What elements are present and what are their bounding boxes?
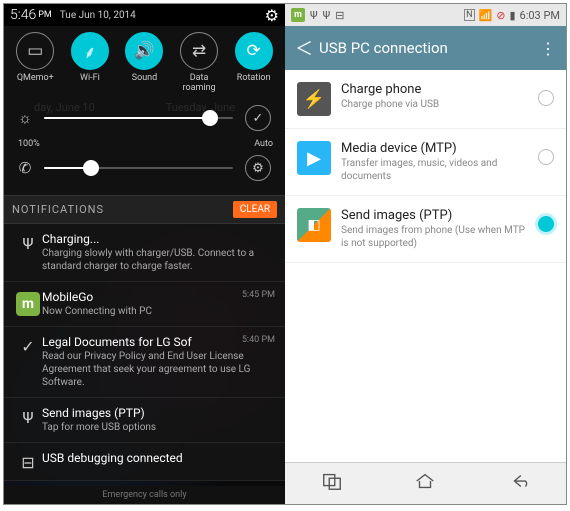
home-button[interactable] — [414, 470, 436, 497]
overflow-menu-icon[interactable]: ⋮ — [540, 39, 556, 58]
page-header: ＜ USB PC connection ⋮ — [285, 26, 566, 70]
notification-item[interactable]: ΨSend images (PTP)Tap for more USB optio… — [4, 398, 285, 443]
status-bar-right: m Ψ Ψ ⊟ N 📶 ⊘ ▮ 6:03 PM — [285, 4, 566, 26]
toggle-qmemo-[interactable]: ▭QMemo+ — [10, 32, 60, 93]
brightness-slider[interactable] — [44, 117, 233, 119]
emergency-footer: Emergency calls only — [4, 486, 285, 504]
back-button[interactable] — [508, 470, 530, 497]
nav-bar — [285, 462, 566, 504]
signal-icon: 📶 — [479, 9, 493, 22]
recents-button[interactable] — [321, 470, 343, 497]
toggle-rotation[interactable]: ⟳Rotation — [229, 32, 279, 93]
notifications-header: NOTIFICATIONS CLEAR — [4, 195, 285, 224]
nfc-icon: N — [464, 9, 474, 21]
notification-item[interactable]: ✓Legal Documents for LG Sof5:40 PMRead o… — [4, 327, 285, 398]
clock-date: Tue Jun 10, 2014 — [60, 10, 136, 21]
clock-time: 5:46 — [10, 7, 36, 23]
debug-status-icon: ⊟ — [335, 9, 344, 22]
page-title: USB PC connection — [319, 39, 448, 57]
status-bar-left: 5:46 PM Tue Jun 10, 2014 ⚙ — [4, 4, 285, 26]
no-sim-icon: ⊘ — [496, 9, 505, 22]
auto-label: Auto — [254, 139, 273, 149]
usb-status-icon: Ψ — [323, 9, 331, 22]
toggle-wi-fi[interactable]: ⸙Wi-Fi — [65, 32, 115, 93]
brightness-percent: 100% — [18, 139, 40, 149]
back-icon[interactable]: ＜ — [295, 35, 313, 61]
volume-settings-icon[interactable]: ⚙ — [245, 155, 271, 181]
usb-option[interactable]: ◧Send images (PTP)Send images from phone… — [285, 196, 566, 263]
toggle-data-roaming[interactable]: ⇄Dataroaming — [174, 32, 224, 93]
battery-icon: ▮ — [509, 9, 515, 22]
usb-option[interactable]: ▶Media device (MTP)Transfer images, musi… — [285, 129, 566, 196]
volume-icon: ✆ — [14, 159, 36, 177]
volume-slider[interactable] — [44, 167, 233, 169]
auto-brightness-toggle[interactable]: ✓ — [245, 105, 271, 131]
quick-toggles: ▭QMemo+⸙Wi-Fi🔊Sound⇄Dataroaming⟳Rotation — [4, 26, 285, 95]
clear-button[interactable]: CLEAR — [233, 201, 277, 218]
notifications-title: NOTIFICATIONS — [12, 203, 104, 216]
clock-ampm: PM — [38, 10, 52, 20]
notification-item[interactable]: ΨCharging...Charging slowly with charger… — [4, 224, 285, 282]
notification-item[interactable]: mMobileGo5:45 PMNow Connecting with PC — [4, 282, 285, 327]
radio-button[interactable] — [538, 149, 554, 165]
mobilego-status-icon: m — [291, 8, 305, 22]
clock-time-right: 6:03 PM — [520, 9, 560, 22]
notification-item[interactable]: ⊟USB debugging connected — [4, 443, 285, 481]
notification-list: ΨCharging...Charging slowly with charger… — [4, 224, 285, 486]
options-list: ⚡Charge phoneCharge phone via USB▶Media … — [285, 70, 566, 462]
brightness-icon: ☼ — [14, 109, 36, 127]
usb-status-icon: Ψ — [310, 9, 318, 22]
settings-icon[interactable]: ⚙ — [265, 6, 279, 25]
usb-option[interactable]: ⚡Charge phoneCharge phone via USB — [285, 70, 566, 129]
sliders-panel: day, June 10 Tuesday, June ☼ ✓ 100% Auto… — [4, 95, 285, 195]
radio-button[interactable] — [538, 90, 554, 106]
radio-button[interactable] — [538, 216, 554, 232]
toggle-sound[interactable]: 🔊Sound — [119, 32, 169, 93]
